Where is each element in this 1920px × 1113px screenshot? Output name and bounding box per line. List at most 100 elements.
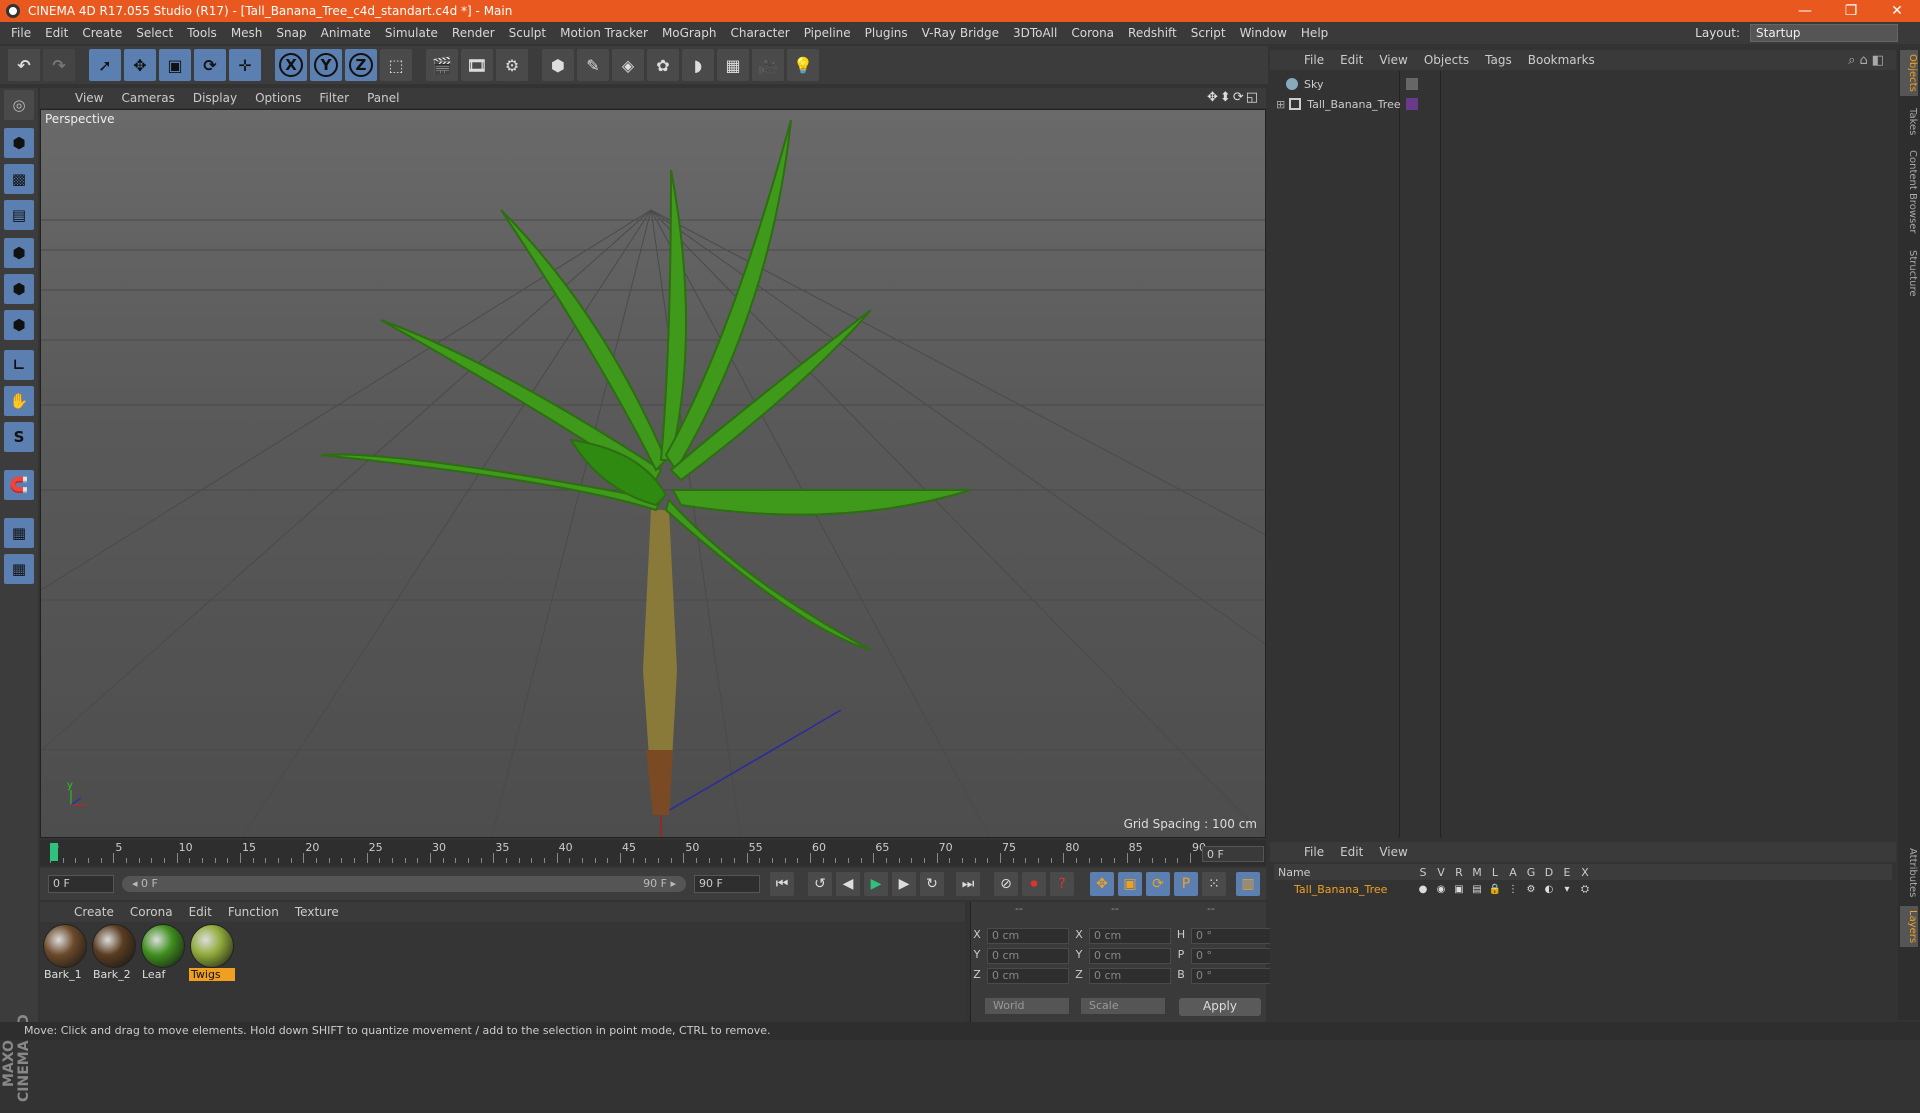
prev-frame-icon[interactable]: ◀ [836, 872, 860, 896]
texture-mode-icon[interactable]: ▩ [4, 164, 34, 194]
object-menu-bookmarks[interactable]: Bookmarks [1520, 53, 1603, 67]
playhead[interactable] [50, 843, 58, 861]
material-menu-texture[interactable]: Texture [287, 905, 347, 919]
menu-tools[interactable]: Tools [180, 26, 224, 40]
material-menu-function[interactable]: Function [220, 905, 287, 919]
end-frame-field[interactable]: 90 F [694, 875, 760, 893]
manager-icon[interactable]: ▤ [1468, 884, 1486, 895]
polygons-mode-icon[interactable]: ⬢ [4, 310, 34, 340]
x-axis-lock-icon[interactable]: X [275, 49, 307, 81]
model-mode-icon[interactable]: ⬢ [4, 128, 34, 158]
deformer-icon[interactable]: ◗ [682, 49, 714, 81]
coordinate-system-icon[interactable]: ⬚ [380, 49, 412, 81]
rotate-tool-icon[interactable]: ⟳ [194, 49, 226, 81]
key-rotation-icon[interactable]: ⟳ [1146, 872, 1170, 896]
key-position-icon[interactable]: ✥ [1090, 872, 1114, 896]
autokey-icon[interactable]: ⏺ [1022, 872, 1046, 896]
scale-tool-icon[interactable]: ▣ [159, 49, 191, 81]
xrefs-icon[interactable]: ⛭ [1576, 884, 1594, 895]
viewport-nav-icons[interactable]: ✥⬍⟳◱ [1207, 90, 1260, 105]
tab-takes[interactable]: Takes [1900, 104, 1918, 139]
perspective-viewport[interactable]: y Perspective Grid Spacing : 100 cm [40, 109, 1266, 838]
timeline-window-icon[interactable]: ▥ [1236, 872, 1260, 896]
object-row-tall-banana-tree[interactable]: ⊞ Tall_Banana_Tree [1276, 95, 1401, 113]
menu-motion-tracker[interactable]: Motion Tracker [553, 26, 655, 40]
planar-workplane-icon[interactable]: ▦ [4, 554, 34, 584]
tab-structure[interactable]: Structure [1900, 246, 1918, 301]
undo-icon[interactable]: ↶ [8, 49, 40, 81]
play-icon[interactable]: ▶ [864, 872, 888, 896]
floor-environment-icon[interactable]: ▦ [717, 49, 749, 81]
move-tool-icon[interactable]: ✥ [124, 49, 156, 81]
render-picture-viewer-icon[interactable]: 🎞 [461, 49, 493, 81]
material-menu-corona[interactable]: Corona [122, 905, 181, 919]
menu-redshift[interactable]: Redshift [1121, 26, 1184, 40]
coord-mode-select[interactable]: Scale [1081, 998, 1165, 1014]
next-key-icon[interactable]: ↻ [920, 872, 944, 896]
viewport-camera-label[interactable]: Perspective [45, 112, 115, 126]
material-menu-edit[interactable]: Edit [181, 905, 220, 919]
object-menu-tags[interactable]: Tags [1477, 53, 1520, 67]
select-tool-icon[interactable]: ➚ [89, 49, 121, 81]
viewport-menu-view[interactable]: View [66, 91, 112, 105]
goto-start-icon[interactable]: ⏮ [770, 872, 794, 896]
keyframe-selection-icon[interactable]: ? [1050, 872, 1074, 896]
goto-end-icon[interactable]: ⏭ [956, 872, 980, 896]
size-z-field[interactable]: 0 cm [1089, 968, 1171, 984]
lock-icon[interactable]: 🔒 [1486, 884, 1504, 895]
camera-icon[interactable]: 🎥 [752, 49, 784, 81]
menu-edit[interactable]: Edit [38, 26, 75, 40]
coord-space-select[interactable]: World [985, 998, 1069, 1014]
solo-dot-icon[interactable]: ● [1414, 884, 1432, 895]
points-mode-icon[interactable]: ⬢ [4, 238, 34, 268]
menu-script[interactable]: Script [1184, 26, 1233, 40]
frame-range-slider[interactable]: ◂ 0 F 90 F ▸ [122, 876, 686, 892]
cloner-icon[interactable]: ✿ [647, 49, 679, 81]
position-z-field[interactable]: 0 cm [987, 968, 1069, 984]
position-x-field[interactable]: 0 cm [987, 928, 1069, 944]
menu-select[interactable]: Select [129, 26, 180, 40]
minimize-button[interactable]: — [1782, 3, 1828, 19]
close-button[interactable]: ✕ [1874, 3, 1920, 19]
record-keys-icon[interactable]: ⊘ [994, 872, 1018, 896]
rotation-h-field[interactable]: 0 ° [1191, 928, 1273, 944]
menu-character[interactable]: Character [723, 26, 796, 40]
visibility-dot-icon[interactable] [1406, 78, 1418, 90]
light-icon[interactable]: 💡 [787, 49, 819, 81]
menu-create[interactable]: Create [75, 26, 129, 40]
object-menu-edit[interactable]: Edit [1332, 53, 1371, 67]
timeline-ruler[interactable]: 051015202530354045505560657075808590 0 F [40, 840, 1266, 866]
menu-window[interactable]: Window [1233, 26, 1294, 40]
workplane-lock-icon[interactable]: ▦ [4, 518, 34, 548]
generators-icon[interactable]: ⚙ [1522, 884, 1540, 895]
viewport-menu-cameras[interactable]: Cameras [112, 91, 183, 105]
menu-mograph[interactable]: MoGraph [655, 26, 724, 40]
tab-layers[interactable]: Layers [1900, 906, 1918, 948]
material-twigs[interactable]: Twigs [189, 924, 235, 982]
rotation-b-field[interactable]: 0 ° [1191, 968, 1273, 984]
cube-primitive-icon[interactable]: ⬢ [542, 49, 574, 81]
menu-mesh[interactable]: Mesh [224, 26, 270, 40]
axis-mode-icon[interactable]: ∟ [4, 350, 34, 380]
rotation-p-field[interactable]: 0 ° [1191, 948, 1273, 964]
menu-pipeline[interactable]: Pipeline [797, 26, 858, 40]
tab-content-browser[interactable]: Content Browser [1900, 146, 1918, 237]
position-y-field[interactable]: 0 cm [987, 948, 1069, 964]
solo-mode-icon[interactable]: S [4, 422, 34, 452]
key-scale-icon[interactable]: ▣ [1118, 872, 1142, 896]
key-parameter-icon[interactable]: P [1174, 872, 1198, 896]
make-editable-icon[interactable]: ◎ [4, 90, 34, 120]
object-menu-objects[interactable]: Objects [1416, 53, 1477, 67]
pen-spline-icon[interactable]: ✎ [577, 49, 609, 81]
viewport-menu-filter[interactable]: Filter [310, 91, 358, 105]
size-y-field[interactable]: 0 cm [1089, 948, 1171, 964]
menu-3dtoall[interactable]: 3DToAll [1006, 26, 1064, 40]
layer-menu-edit[interactable]: Edit [1332, 845, 1371, 859]
menu-snap[interactable]: Snap [269, 26, 313, 40]
timeline-ticks[interactable]: 051015202530354045505560657075808590 [50, 840, 1206, 866]
transform-tool-icon[interactable]: ✛ [229, 49, 261, 81]
z-axis-lock-icon[interactable]: Z [345, 49, 377, 81]
edit-render-settings-icon[interactable]: ⚙ [496, 49, 528, 81]
visible-eye-icon[interactable]: ◉ [1432, 884, 1450, 895]
animation-icon[interactable]: ⋮ [1504, 884, 1522, 895]
